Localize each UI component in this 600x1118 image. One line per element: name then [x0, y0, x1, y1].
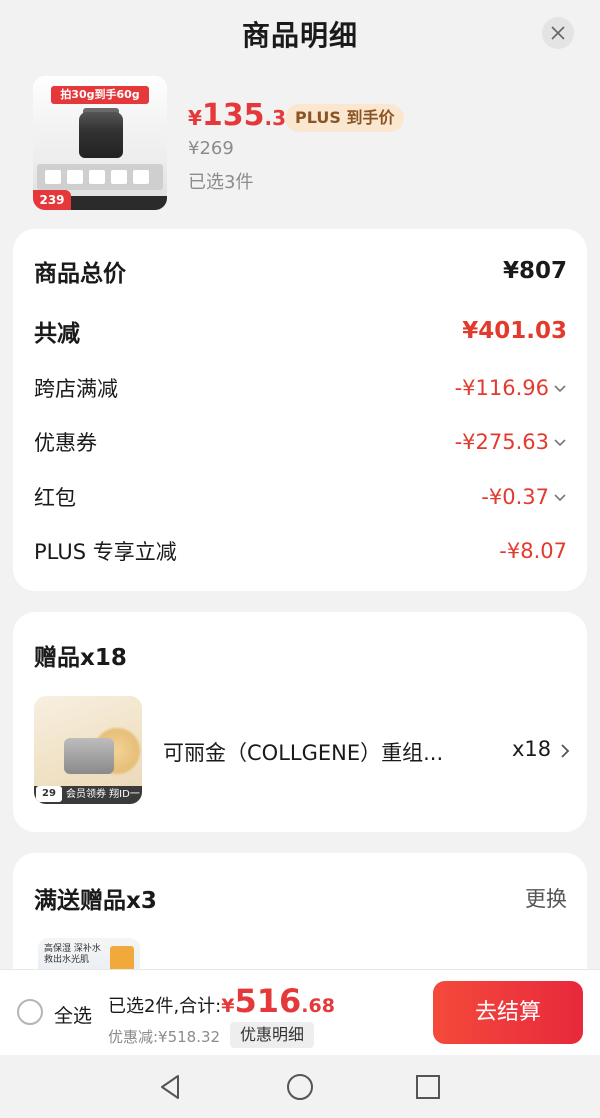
cross-store-discount-value: -¥116.96 [454, 376, 549, 400]
coupon-value-wrap: -¥275.63 [455, 430, 567, 454]
plus-discount-value: -¥8.07 [499, 539, 567, 563]
chevron-down-icon [554, 494, 566, 502]
plus-price-tag: PLUS 到手价 [285, 104, 405, 132]
total-symbol: ¥ [221, 995, 235, 1017]
gift-item-qty: x18 [512, 737, 552, 761]
product-price: ¥ 135 .32 [188, 98, 300, 133]
mini-jar-graphic [111, 170, 127, 184]
red-packet-row[interactable]: 红包 -¥0.37 [34, 480, 567, 514]
total-decimal: .68 [301, 995, 335, 1017]
select-all-label[interactable]: 全选 [54, 1001, 92, 1028]
price-breakdown-card: 商品总价 ¥807 共减 ¥401.03 跨店满减 -¥116.96 优惠券 -… [13, 229, 587, 591]
mini-jar-graphic [45, 170, 61, 184]
select-all-radio[interactable] [17, 999, 43, 1025]
gift-item-name[interactable]: 可丽金（COLLGENE）重组... [163, 737, 463, 767]
total-integer: 516 [234, 982, 302, 1020]
cross-store-discount-row[interactable]: 跨店满减 -¥116.96 [34, 371, 567, 405]
cross-store-discount-label: 跨店满减 [34, 377, 118, 401]
mini-jar-graphic [133, 170, 149, 184]
product-image-price: 239 [33, 190, 71, 210]
discount-text: 优惠减:¥518.32 [108, 1028, 221, 1046]
total-discount-row: 共减 ¥401.03 [34, 313, 567, 349]
coupon-row[interactable]: 优惠券 -¥275.63 [34, 425, 567, 459]
original-price: ¥269 [188, 138, 234, 159]
total-price-value: ¥807 [502, 258, 567, 284]
checkout-bar: 全选 已选2件,合计: ¥ 516 .68 优惠减:¥518.32 优惠明细 去… [0, 969, 600, 1055]
total-discount-label: 共减 [34, 321, 80, 347]
product-image-bar [71, 196, 167, 210]
page-title: 商品明细 [241, 19, 358, 52]
plus-discount-row: PLUS 专享立减 -¥8.07 [34, 534, 567, 568]
product-image-badge: 拍30g到手60g [51, 86, 149, 104]
swap-button[interactable]: 更换 [525, 883, 567, 913]
plus-discount-label: PLUS 专享立减 [34, 540, 177, 564]
close-button[interactable] [542, 17, 574, 49]
recent-apps-icon[interactable] [413, 1072, 443, 1102]
back-icon[interactable] [156, 1072, 186, 1102]
total-summary: 已选2件,合计: ¥ 516 .68 [108, 982, 335, 1020]
discount-detail-button[interactable]: 优惠明细 [230, 1022, 315, 1048]
gift-card: 赠品x18 会员领券 翔ID一单 29 可丽金（COLLGENE）重组... x… [13, 612, 587, 832]
chevron-down-icon [554, 439, 566, 447]
cross-store-discount-value-wrap: -¥116.96 [455, 376, 567, 400]
red-packet-value: -¥0.37 [481, 485, 549, 509]
gift-image-price: 29 [36, 786, 62, 802]
header: 商品明细 [0, 0, 600, 70]
home-icon[interactable] [285, 1072, 315, 1102]
chevron-down-icon [554, 385, 566, 393]
jar-graphic [79, 112, 123, 158]
price-integer: 135 [201, 98, 265, 133]
mini-jar-graphic [67, 170, 83, 184]
gift-card-title: 赠品x18 [34, 645, 127, 671]
red-packet-value-wrap: -¥0.37 [481, 485, 567, 509]
mini-jar-graphic [89, 170, 105, 184]
close-icon [551, 26, 565, 40]
system-navbar [0, 1055, 600, 1118]
price-symbol: ¥ [188, 106, 202, 130]
total-price-row: 商品总价 ¥807 [34, 253, 567, 289]
red-packet-label: 红包 [34, 486, 76, 510]
gift-image[interactable]: 会员领券 翔ID一单 29 [34, 696, 142, 804]
gift-image-top [42, 704, 134, 728]
total-price-label: 商品总价 [34, 261, 126, 287]
checkout-button[interactable]: 去结算 [433, 981, 583, 1044]
chevron-right-icon[interactable] [559, 743, 571, 759]
coupon-value: -¥275.63 [454, 430, 549, 454]
full-gift-image-text: 高保湿 深补水 救出水光肌 [44, 944, 101, 965]
product-image[interactable]: 拍30g到手60g 239 [33, 76, 167, 210]
gift-jar-graphic [64, 738, 114, 774]
selected-count: 已选3件 [188, 172, 254, 193]
coupon-label: 优惠券 [34, 431, 97, 455]
product-summary: 拍30g到手60g 239 ¥ 135 .32 PLUS 到手价 ¥269 已选… [0, 70, 600, 220]
total-discount-value: ¥401.03 [462, 318, 567, 344]
total-summary-label: 已选2件,合计: [108, 996, 222, 1017]
full-gift-card-title: 满送赠品x3 [34, 888, 157, 914]
